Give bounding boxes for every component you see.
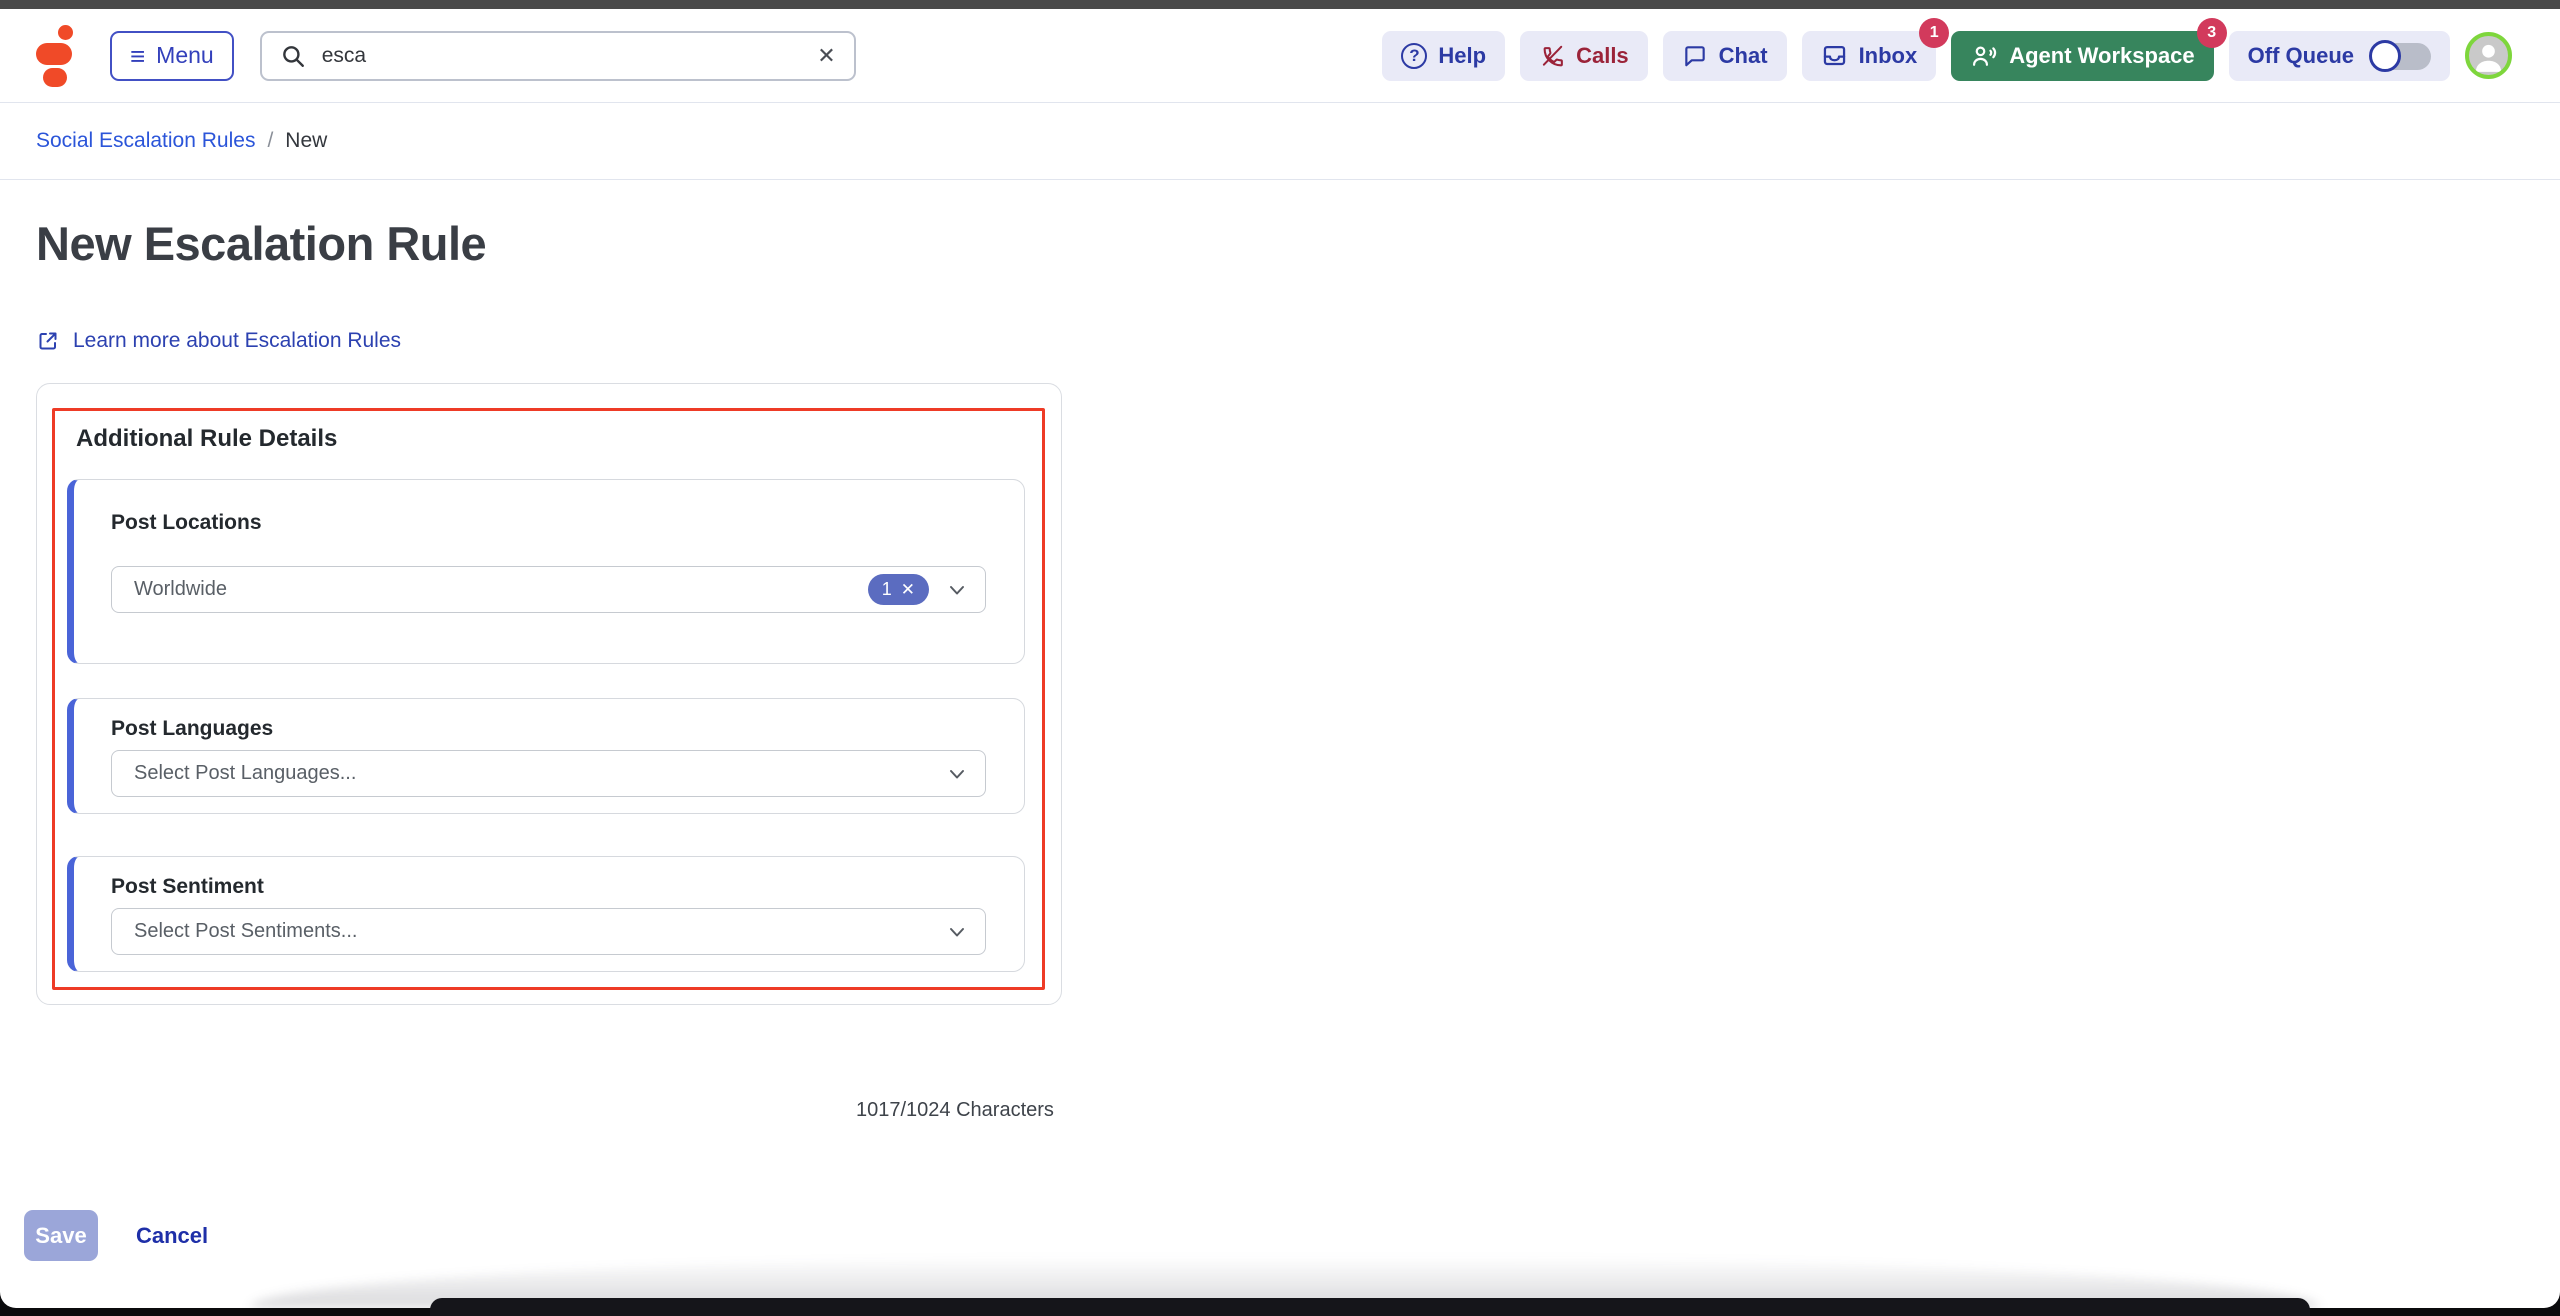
breadcrumb-parent-link[interactable]: Social Escalation Rules: [36, 129, 255, 153]
character-count: 1017/1024 Characters: [856, 1099, 1054, 1122]
chevron-down-icon: [945, 762, 969, 786]
external-link-icon: [36, 329, 60, 353]
chat-button[interactable]: Chat: [1663, 31, 1787, 81]
post-locations-select[interactable]: Worldwide 1 ✕: [111, 566, 986, 613]
page-title: New Escalation Rule: [36, 216, 2524, 271]
bottom-dark-band: [430, 1298, 2310, 1316]
post-languages-group: Post Languages Select Post Languages...: [67, 698, 1025, 814]
nav-button-cluster: ? Help Calls Chat: [1382, 31, 2512, 81]
save-button[interactable]: Save: [24, 1210, 98, 1261]
off-queue-toggle-button[interactable]: Off Queue: [2229, 31, 2450, 81]
breadcrumb-current: New: [285, 129, 327, 153]
chevron-down-icon: [945, 578, 969, 602]
main-content: New Escalation Rule Learn more about Esc…: [0, 216, 2560, 1122]
inbox-icon: [1821, 42, 1848, 69]
user-avatar[interactable]: [2465, 32, 2512, 79]
selected-count: 1: [882, 579, 892, 600]
app-window: ≡ Menu ✕ ? Help Calls: [0, 0, 2560, 1308]
chat-label: Chat: [1719, 43, 1768, 69]
cancel-button[interactable]: Cancel: [136, 1223, 208, 1249]
inbox-button[interactable]: Inbox 1: [1802, 31, 1937, 81]
help-icon: ?: [1401, 43, 1427, 69]
breadcrumb-separator: /: [267, 129, 273, 153]
help-label: Help: [1438, 43, 1486, 69]
help-button[interactable]: ? Help: [1382, 31, 1505, 81]
post-languages-label: Post Languages: [111, 716, 986, 742]
phone-slash-icon: [1539, 43, 1565, 69]
calls-button[interactable]: Calls: [1520, 31, 1648, 81]
post-sentiment-select[interactable]: Select Post Sentiments...: [111, 908, 986, 955]
post-sentiment-label: Post Sentiment: [111, 874, 986, 900]
off-queue-label: Off Queue: [2248, 43, 2354, 69]
learn-more-link[interactable]: Learn more about Escalation Rules: [36, 329, 401, 353]
post-locations-group: Post Locations Worldwide 1 ✕: [67, 479, 1025, 664]
chevron-down-icon: [945, 920, 969, 944]
global-search[interactable]: ✕: [260, 31, 856, 81]
chat-bubble-icon: [1682, 43, 1708, 69]
post-languages-select[interactable]: Select Post Languages...: [111, 750, 986, 797]
footer-actions: Save Cancel: [0, 1210, 2560, 1261]
inbox-badge: 1: [1919, 18, 1949, 48]
genesys-logo-icon: [36, 25, 74, 87]
rule-details-card: Additional Rule Details Post Locations W…: [36, 383, 1062, 1005]
section-title: Additional Rule Details: [67, 425, 1025, 453]
learn-more-label: Learn more about Escalation Rules: [73, 329, 401, 353]
agent-icon: [1970, 42, 1998, 70]
agent-workspace-button[interactable]: Agent Workspace 3: [1951, 31, 2213, 81]
window-top-edge: [0, 0, 2560, 9]
top-navigation-bar: ≡ Menu ✕ ? Help Calls: [0, 9, 2560, 103]
selected-count-pill[interactable]: 1 ✕: [868, 574, 929, 605]
hamburger-icon: ≡: [130, 43, 145, 69]
post-locations-value: Worldwide: [134, 578, 868, 601]
menu-button-label: Menu: [156, 42, 214, 69]
queue-toggle[interactable]: [2369, 40, 2431, 72]
highlight-red-outline: Additional Rule Details Post Locations W…: [52, 408, 1045, 990]
agent-workspace-label: Agent Workspace: [2009, 43, 2194, 69]
remove-selection-icon[interactable]: ✕: [901, 581, 915, 598]
post-locations-label: Post Locations: [111, 510, 986, 536]
breadcrumb: Social Escalation Rules / New: [0, 103, 2560, 180]
post-languages-placeholder: Select Post Languages...: [134, 762, 945, 785]
post-sentiment-group: Post Sentiment Select Post Sentiments...: [67, 856, 1025, 972]
agent-workspace-badge: 3: [2197, 18, 2227, 48]
calls-label: Calls: [1576, 43, 1629, 69]
search-icon: [280, 43, 306, 69]
person-silhouette-icon: [2469, 37, 2508, 75]
menu-button[interactable]: ≡ Menu: [110, 31, 234, 81]
clear-search-icon[interactable]: ✕: [817, 45, 835, 67]
inbox-label: Inbox: [1859, 43, 1918, 69]
post-sentiment-placeholder: Select Post Sentiments...: [134, 920, 945, 943]
search-input[interactable]: [322, 44, 818, 68]
